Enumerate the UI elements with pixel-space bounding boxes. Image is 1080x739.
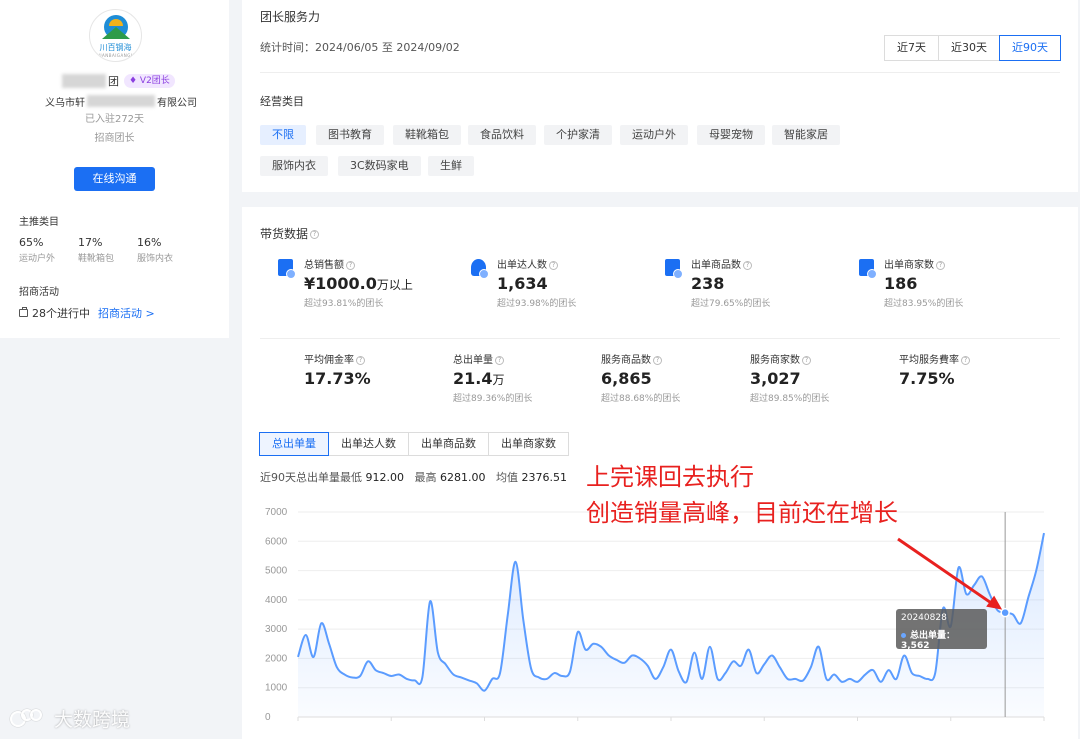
- y-tick-label: 2000: [265, 653, 288, 664]
- chart-tooltip: 20240828 总出单量：3,562: [896, 609, 987, 651]
- annotation-arrow: [897, 537, 996, 607]
- y-tick-label: 3000: [265, 624, 288, 635]
- watermark-logo-icon: [8, 707, 48, 731]
- y-tick-label: 6000: [265, 536, 288, 547]
- y-tick-label: 0: [265, 712, 271, 723]
- y-tick-label: 1000: [265, 683, 288, 694]
- annotation-line-1: 上完课回去执行: [586, 463, 754, 491]
- series-dot: [901, 633, 906, 638]
- watermark: 大数跨境: [8, 705, 130, 732]
- annotation-line-2: 创造销量高峰，目前还在增长: [586, 499, 898, 527]
- highlight-point: [1000, 607, 1010, 618]
- range-tab-90[interactable]: 近90天: [999, 35, 1061, 61]
- y-tick-label: 7000: [265, 507, 288, 518]
- chart-tab-orders[interactable]: 总出单量: [259, 432, 329, 456]
- y-tick-label: 5000: [265, 566, 288, 577]
- y-tick-label: 4000: [265, 595, 288, 606]
